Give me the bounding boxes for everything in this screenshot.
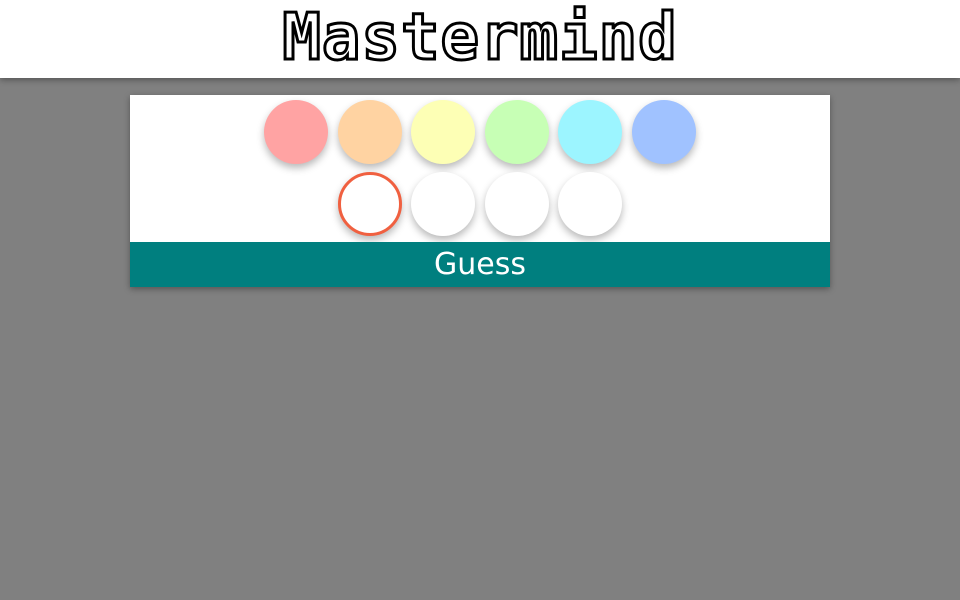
color-peg-orange[interactable] — [338, 100, 402, 164]
color-peg-blue[interactable] — [632, 100, 696, 164]
guess-slot-1[interactable] — [338, 172, 402, 236]
guess-button[interactable]: Guess — [130, 242, 830, 287]
guess-slot-2[interactable] — [411, 172, 475, 236]
header: Mastermind — [0, 0, 960, 78]
guess-slot-3[interactable] — [485, 172, 549, 236]
game-board: Guess — [130, 95, 830, 287]
guess-slot-4[interactable] — [558, 172, 622, 236]
color-peg-cyan[interactable] — [558, 100, 622, 164]
page-title: Mastermind — [281, 1, 678, 75]
color-peg-green[interactable] — [485, 100, 549, 164]
color-peg-red[interactable] — [264, 100, 328, 164]
color-peg-yellow[interactable] — [411, 100, 475, 164]
